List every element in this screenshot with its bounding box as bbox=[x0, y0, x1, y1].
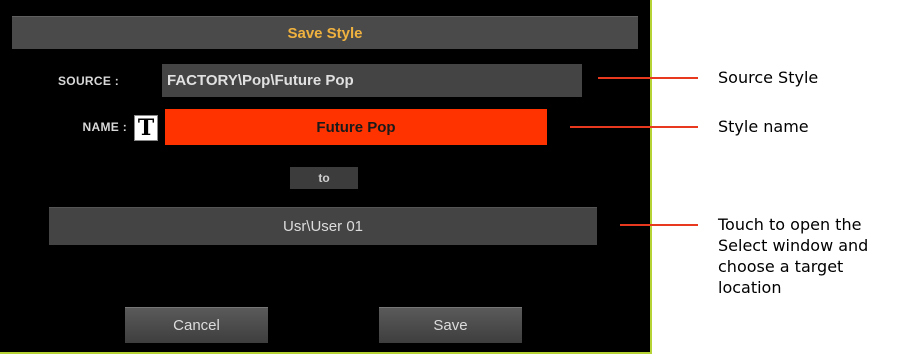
source-label: SOURCE : bbox=[58, 74, 120, 88]
save-button[interactable]: Save bbox=[379, 307, 522, 343]
target-callout-line: Touch to open the bbox=[718, 215, 862, 234]
target-callout-line: choose a target bbox=[718, 257, 844, 276]
target-callout-line: Select window and bbox=[718, 236, 869, 255]
source-field: FACTORY\Pop\Future Pop bbox=[162, 64, 582, 97]
save-style-dialog: Save Style SOURCE : FACTORY\Pop\Future P… bbox=[0, 0, 652, 354]
name-callout: Style name bbox=[718, 117, 809, 136]
to-label: to bbox=[290, 167, 358, 189]
text-edit-icon[interactable]: T bbox=[134, 115, 158, 141]
target-leader-line bbox=[620, 224, 698, 226]
source-leader-line bbox=[598, 77, 698, 79]
target-callout-line: location bbox=[718, 278, 782, 297]
source-callout: Source Style bbox=[718, 68, 819, 87]
style-name-field[interactable]: Future Pop bbox=[165, 109, 547, 145]
name-label: NAME : bbox=[82, 120, 127, 134]
target-location-button[interactable]: Usr\User 01 bbox=[49, 207, 597, 245]
target-callout: Touch to open the Select window and choo… bbox=[718, 214, 868, 298]
dialog-title: Save Style bbox=[12, 16, 638, 49]
cancel-button[interactable]: Cancel bbox=[125, 307, 268, 343]
name-leader-line bbox=[570, 126, 698, 128]
